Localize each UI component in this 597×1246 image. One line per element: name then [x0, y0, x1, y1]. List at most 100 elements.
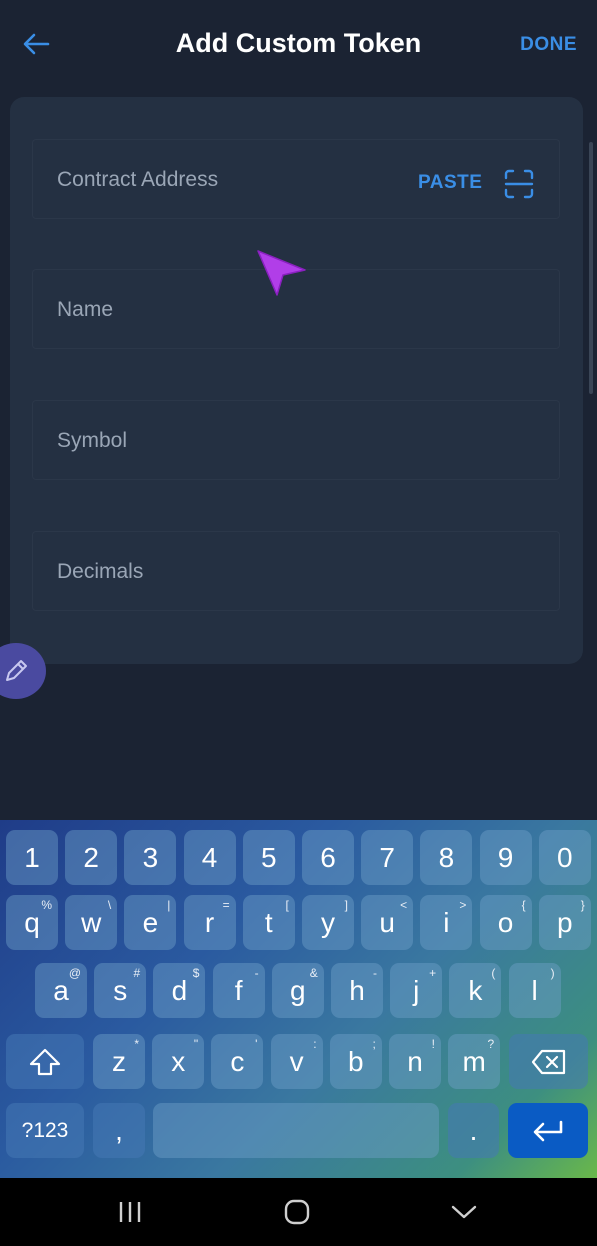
home-icon[interactable]	[277, 1196, 317, 1228]
key-q[interactable]: q%	[6, 895, 58, 950]
key-m[interactable]: m?	[448, 1034, 501, 1089]
key-3[interactable]: 3	[124, 830, 177, 885]
key-u-label: u	[379, 906, 395, 938]
symbol-placeholder: Symbol	[57, 429, 128, 452]
key-u-alt-label: <	[400, 898, 408, 912]
decimals-field[interactable]: Decimals	[32, 531, 560, 611]
backspace-key[interactable]	[509, 1034, 588, 1089]
symbols-key[interactable]: ?123	[6, 1103, 84, 1158]
key-y-alt-label: ]	[344, 898, 348, 912]
key-w-alt-label: \	[107, 898, 112, 912]
key-o[interactable]: o{	[479, 895, 532, 950]
key-i-alt-label: >	[459, 898, 467, 912]
key-f[interactable]: f-	[212, 963, 265, 1018]
key-0[interactable]: 0	[538, 830, 591, 885]
key-3-label: 3	[142, 841, 159, 873]
hide-keyboard-chevron-icon[interactable]	[444, 1196, 484, 1228]
key-p-label: p	[557, 906, 573, 938]
key-k[interactable]: k(	[449, 963, 502, 1018]
key-j[interactable]: j +	[390, 963, 443, 1018]
decimals-placeholder: Decimals	[57, 560, 144, 583]
key-g-alt-label: &	[309, 966, 318, 980]
key-z-alt-label: *	[134, 1037, 139, 1051]
shift-arrow-icon	[29, 1048, 61, 1075]
page-title: Add Custom Token	[175, 28, 422, 58]
scrollbar[interactable]	[589, 142, 593, 394]
key-5[interactable]: 5	[242, 830, 295, 885]
key-j-alt-label: +	[429, 966, 437, 980]
key-h-alt-label: -	[373, 966, 377, 980]
done-button[interactable]: DONE	[520, 34, 577, 56]
key-b-alt-label: ;	[372, 1037, 376, 1051]
key-a-alt-label: @	[68, 966, 81, 980]
key-z[interactable]: z *	[93, 1034, 145, 1089]
key-9[interactable]: 9	[479, 830, 532, 885]
comma-key[interactable]: ,	[93, 1103, 145, 1158]
key-h[interactable]: h-	[331, 963, 383, 1018]
key-v-label: v	[289, 1045, 304, 1077]
key-a[interactable]: a @	[35, 963, 87, 1018]
enter-key[interactable]	[508, 1103, 588, 1158]
soft-keyboard: 1 2 3 4 5 6 7 8 9 0 q% w \ e | r = t[y] u < i > o{p} a @ s # d $ f - g &…	[0, 820, 597, 1178]
recent-apps-icon[interactable]	[110, 1196, 150, 1228]
key-i-label: i	[443, 906, 450, 938]
key-g[interactable]: g &	[271, 963, 324, 1018]
backspace-icon	[531, 1049, 565, 1074]
key-8-label: 8	[438, 841, 455, 873]
key-e[interactable]: e |	[124, 895, 177, 950]
key-2[interactable]: 2	[65, 830, 118, 885]
shift-key[interactable]	[6, 1034, 84, 1089]
key-x-alt-label: "	[193, 1037, 199, 1051]
key-o-label: o	[497, 906, 514, 938]
key-0-label: 0	[557, 841, 573, 873]
qr-scan-icon[interactable]	[503, 168, 535, 200]
key-w[interactable]: w \	[65, 895, 118, 950]
name-placeholder: Name	[57, 298, 114, 321]
key-c[interactable]: c '	[211, 1034, 264, 1089]
key-d[interactable]: d $	[153, 963, 206, 1018]
key-8[interactable]: 8	[420, 830, 473, 885]
key-v[interactable]: v:	[270, 1034, 323, 1089]
key-b[interactable]: b;	[329, 1034, 382, 1089]
key-t[interactable]: t[	[242, 895, 295, 950]
key-e-alt-label: |	[167, 898, 171, 912]
key-o-alt-label: {	[521, 898, 526, 912]
key-x[interactable]: x "	[152, 1034, 205, 1089]
paste-button[interactable]: PASTE	[418, 172, 482, 194]
key-s-label: s	[113, 974, 128, 1006]
symbol-field[interactable]: Symbol	[32, 400, 560, 480]
key-n[interactable]: n!	[389, 1034, 441, 1089]
key-m-alt-label: ?	[487, 1037, 495, 1051]
key-r-label: r	[204, 906, 215, 938]
key-j-label: j	[413, 974, 420, 1006]
key-v-alt-label: :	[313, 1037, 317, 1051]
key-s[interactable]: s #	[94, 963, 147, 1018]
key-r[interactable]: r =	[183, 895, 236, 950]
key-y-label: y	[321, 906, 335, 938]
key-h-label: h	[349, 974, 365, 1006]
key-a-label: a	[53, 974, 69, 1006]
key-u[interactable]: u <	[361, 895, 414, 950]
key-s-alt-label: #	[133, 966, 141, 980]
key-l[interactable]: l)	[508, 963, 561, 1018]
key-e-label: e	[142, 906, 159, 938]
key-k-label: k	[468, 974, 483, 1006]
key-i[interactable]: i >	[420, 895, 473, 950]
key-4-label: 4	[201, 841, 218, 873]
key-1-label: 1	[24, 841, 40, 873]
key-n-alt-label: !	[431, 1037, 435, 1051]
key-4[interactable]: 4	[183, 830, 236, 885]
key-t-label: t	[264, 906, 273, 938]
key-y[interactable]: y]	[302, 895, 354, 950]
key-q-alt-label: %	[41, 898, 52, 912]
key-6[interactable]: 6	[302, 830, 354, 885]
key-5-label: 5	[261, 841, 277, 873]
key-1[interactable]: 1	[6, 830, 58, 885]
period-key[interactable]: .	[448, 1103, 499, 1158]
key-7[interactable]: 7	[361, 830, 414, 885]
space-key[interactable]	[153, 1103, 439, 1158]
key-p[interactable]: p}	[538, 895, 591, 950]
contract-address-field[interactable]: Contract Address PASTE	[32, 139, 560, 219]
enter-arrow-icon	[533, 1120, 563, 1141]
contract-address-placeholder: Contract Address	[57, 168, 219, 191]
